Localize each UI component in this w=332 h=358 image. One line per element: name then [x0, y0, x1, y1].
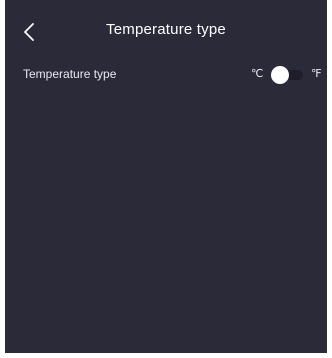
setting-label: Temperature type [23, 67, 117, 81]
fahrenheit-label: ℉ [311, 68, 322, 80]
header: Temperature type [5, 0, 327, 60]
page-title: Temperature type [106, 21, 226, 38]
celsius-label: ℃ [251, 68, 264, 80]
temperature-type-row: Temperature type ℃ ℉ [5, 62, 327, 88]
temperature-unit-toggle[interactable] [271, 66, 303, 84]
app-screen: Temperature type Temperature type ℃ ℉ [5, 0, 327, 353]
toggle-knob [271, 66, 289, 84]
